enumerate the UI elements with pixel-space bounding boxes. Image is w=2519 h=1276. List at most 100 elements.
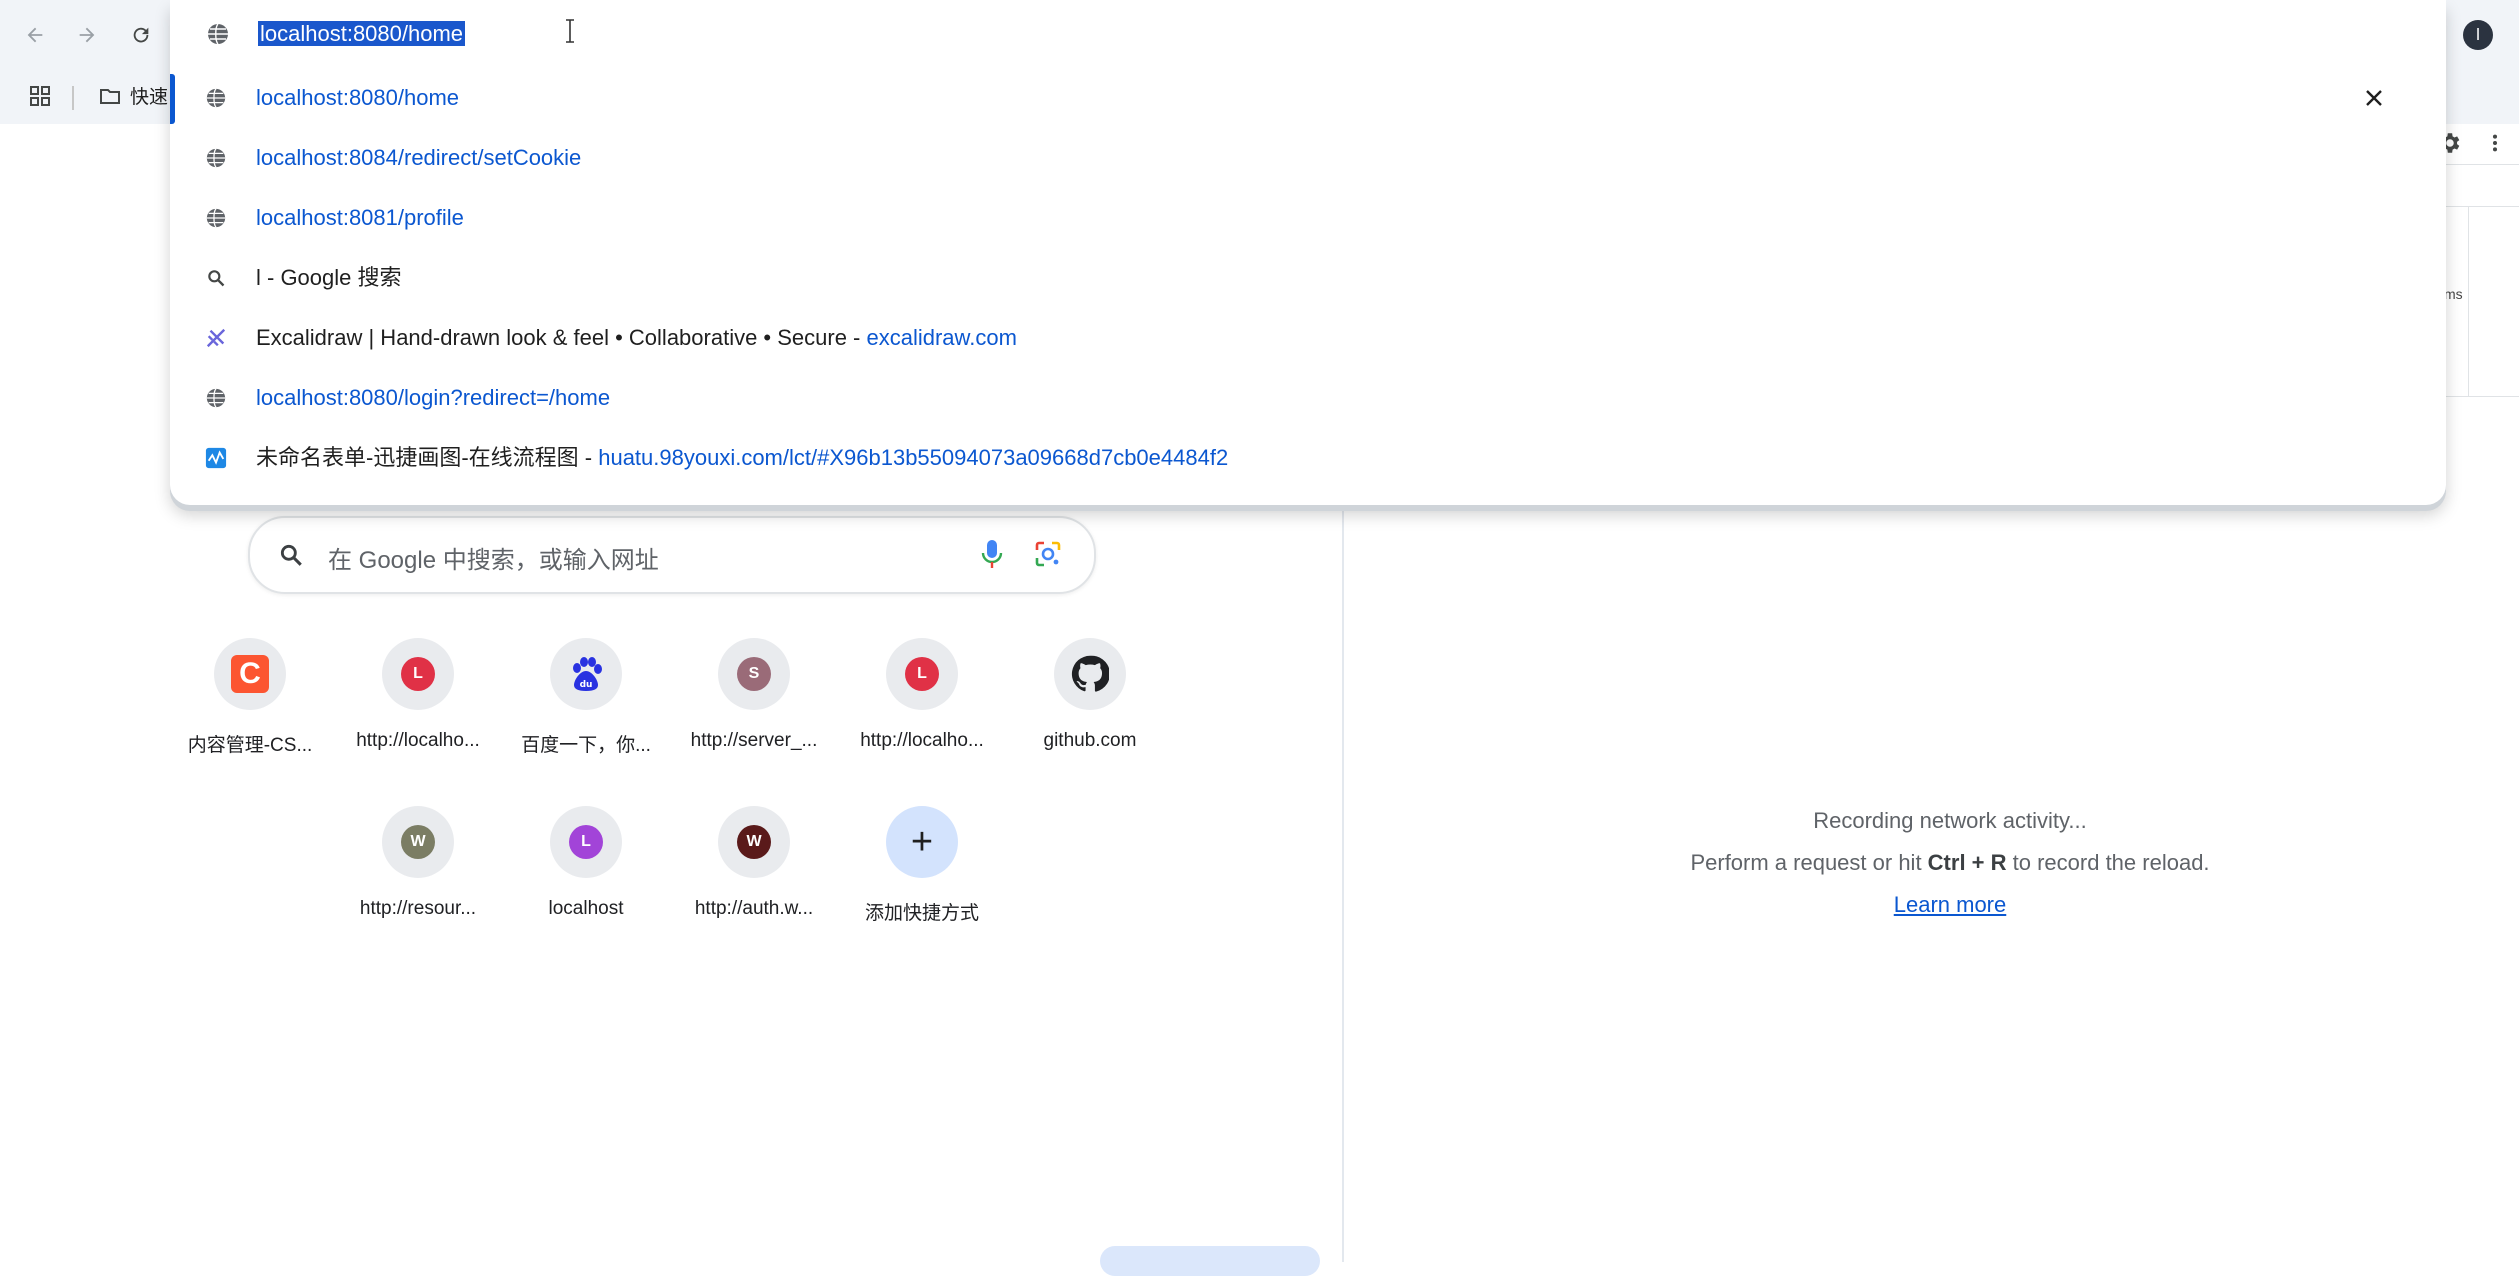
csdn-icon: C <box>231 655 269 693</box>
shortcut-icon-bg: L <box>886 638 958 710</box>
shortcut-icon-bg: du <box>550 638 622 710</box>
shortcut-tile[interactable]: W http://resour... <box>334 806 502 956</box>
reload-icon <box>133 27 149 43</box>
customize-chrome-button[interactable] <box>1100 1246 1320 1276</box>
shortcut-tile[interactable]: L localhost <box>502 806 670 956</box>
reload-hint: Perform a request or hit Ctrl + R to rec… <box>1344 842 2519 884</box>
baidu-icon: du <box>573 657 602 691</box>
shortcut-label: github.com <box>1043 730 1137 751</box>
suggestion-item[interactable]: localhost:8080/home <box>170 68 2446 128</box>
suggestion-title: 未命名表单-迅捷画图-在线流程图 - <box>256 445 599 470</box>
globe-icon <box>206 148 226 168</box>
google-search-box[interactable]: 在 Google 中搜索，或输入网址 <box>248 516 1096 594</box>
shortcut-tile[interactable]: W http://auth.w... <box>670 806 838 956</box>
svg-text:du: du <box>580 680 593 690</box>
suggestion-item[interactable]: localhost:8080/login?redirect=/home <box>170 368 2446 428</box>
more-vert-icon[interactable] <box>2484 132 2506 154</box>
suggestion-text: Excalidraw | Hand-drawn look & feel • Co… <box>256 324 1017 352</box>
text-cursor-icon <box>566 19 574 43</box>
shortcut-label: localhost <box>548 898 624 919</box>
letter-l-icon: L <box>401 657 435 691</box>
shortcut-tile[interactable]: du 百度一下，你... <box>502 638 670 788</box>
omnibox-input[interactable]: localhost:8080/home <box>170 0 2446 68</box>
plus-icon: + <box>910 821 934 863</box>
globe-icon <box>206 208 226 228</box>
folder-icon <box>100 88 120 104</box>
search-icon <box>208 270 225 287</box>
excalidraw-icon <box>206 328 226 348</box>
suggestion-url: huatu.98youxi.com/lct/#X96b13b55094073a0… <box>598 445 1229 470</box>
shortcut-tile[interactable]: C 内容管理-CS... <box>166 638 334 788</box>
recording-status: Recording network activity... <box>1813 808 2087 833</box>
shortcut-label: http://localho... <box>356 730 480 751</box>
letter-l-icon: L <box>569 825 603 859</box>
omnibox-text[interactable]: localhost:8080/home <box>258 20 466 48</box>
globe-icon <box>208 23 228 45</box>
shortcut-label: http://localho... <box>860 730 984 751</box>
search-icon <box>280 544 302 566</box>
shortcut-icon-bg: S <box>718 638 790 710</box>
suggestion-title: Excalidraw | Hand-drawn look & feel • Co… <box>256 325 867 350</box>
suggestion-text: localhost:8080/home <box>256 85 460 110</box>
huatu-icon <box>205 447 227 469</box>
timeline-gridline <box>2468 206 2469 396</box>
hint-suffix: to record the reload. <box>2006 850 2210 875</box>
apps-button[interactable] <box>28 84 52 113</box>
shortcut-icon-bg: L <box>550 806 622 878</box>
shortcut-icon-bg: C <box>214 638 286 710</box>
letter-w-icon: W <box>737 825 771 859</box>
shortcut-tile[interactable]: S http://server_... <box>670 638 838 788</box>
hint-prefix: Perform a request or hit <box>1690 850 1928 875</box>
back-button[interactable] <box>14 14 56 56</box>
shortcut-icon-bg: W <box>382 806 454 878</box>
letter-w-icon: W <box>401 825 435 859</box>
suggestion-item[interactable]: localhost:8081/profile <box>170 188 2446 248</box>
add-shortcut-button[interactable]: + 添加快捷方式 <box>838 806 1006 956</box>
shortcut-label: 添加快捷方式 <box>864 903 979 924</box>
suggestion-text: l - Google 搜索 <box>256 265 402 290</box>
shortcut-tile[interactable]: L http://localho... <box>334 638 502 788</box>
search-placeholder: 在 Google 中搜索，或输入网址 <box>328 547 659 574</box>
bookmark-divider <box>72 86 74 110</box>
shortcut-icon-bg: W <box>718 806 790 878</box>
github-icon <box>1071 655 1109 692</box>
suggestion-text: localhost:8081/profile <box>256 205 464 230</box>
suggestion-item[interactable]: 未命名表单-迅捷画图-在线流程图 - huatu.98youxi.com/lct… <box>170 428 2446 488</box>
shortcut-icon-bg <box>1054 638 1126 710</box>
google-lens-icon[interactable] <box>1034 540 1062 568</box>
shortcut-tile[interactable]: github.com <box>1006 638 1174 788</box>
selection-indicator <box>170 74 175 124</box>
shortcut-tile[interactable]: L http://localho... <box>838 638 1006 788</box>
suggestion-text: 未命名表单-迅捷画图-在线流程图 - huatu.98youxi.com/lct… <box>256 444 1228 472</box>
timeline-unit-label: ms <box>2444 286 2463 302</box>
learn-more-link[interactable]: Learn more <box>1894 892 2007 917</box>
shortcut-label: 百度一下，你... <box>521 735 651 756</box>
network-empty-state: Recording network activity... Perform a … <box>1344 800 2519 926</box>
shortcut-keys: Ctrl + R <box>1927 850 2007 875</box>
globe-icon <box>206 88 226 108</box>
omnibox-dropdown: localhost:8080/home localhost:8080/home … <box>170 0 2446 505</box>
shortcut-label: http://resour... <box>359 898 477 919</box>
shortcut-icon-bg: L <box>382 638 454 710</box>
forward-button[interactable] <box>66 14 108 56</box>
shortcut-label: http://auth.w... <box>694 898 814 919</box>
shortcut-icon-bg: + <box>886 806 958 878</box>
suggestion-text: localhost:8080/login?redirect=/home <box>256 385 611 410</box>
bookmark-folder-label: 快速 <box>130 87 169 108</box>
suggestion-url: excalidraw.com <box>866 325 1017 350</box>
profile-avatar[interactable]: l <box>2463 20 2493 50</box>
microphone-icon[interactable] <box>980 538 1004 570</box>
bookmark-folder[interactable]: 快速 <box>98 82 168 109</box>
suggestion-item[interactable]: Excalidraw | Hand-drawn look & feel • Co… <box>170 308 2446 368</box>
suggestion-item[interactable]: l - Google 搜索 <box>170 248 2446 308</box>
shortcut-label: http://server_... <box>690 730 818 751</box>
suggestion-item[interactable]: localhost:8084/redirect/setCookie <box>170 128 2446 188</box>
globe-icon <box>206 388 226 408</box>
omnibox-selected-text: localhost:8080/home <box>258 21 466 46</box>
reload-button[interactable] <box>120 14 162 56</box>
back-arrow-icon <box>27 27 43 43</box>
letter-s-icon: S <box>737 657 771 691</box>
forward-arrow-icon <box>79 27 95 43</box>
suggestion-text: localhost:8084/redirect/setCookie <box>256 145 582 170</box>
apps-grid-icon <box>30 86 50 106</box>
